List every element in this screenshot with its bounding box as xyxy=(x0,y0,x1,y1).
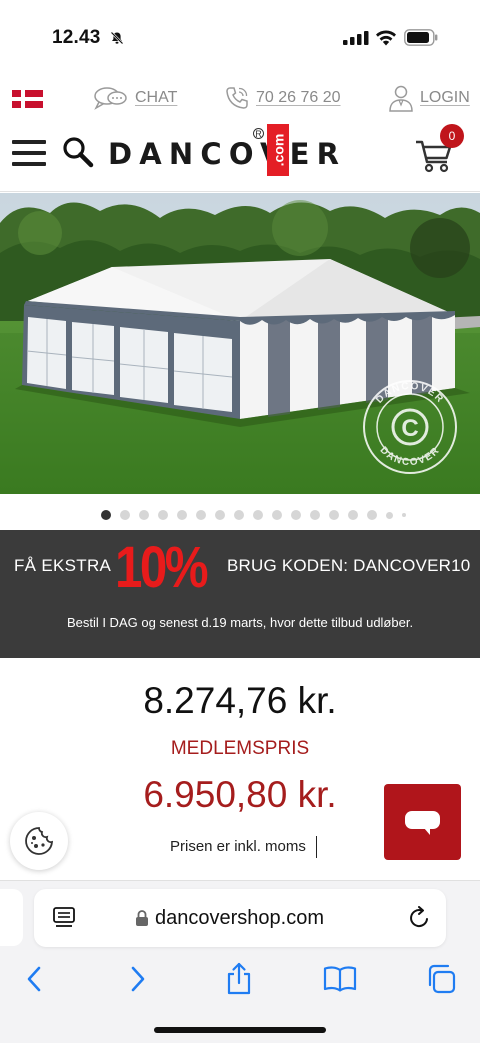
carousel-dot[interactable] xyxy=(386,511,393,519)
previous-tab-card[interactable] xyxy=(0,889,23,946)
browser-nav-row xyxy=(0,959,480,999)
tabs-button[interactable] xyxy=(421,959,461,999)
tabs-icon xyxy=(428,964,456,994)
logo-dotcom-badge: .com xyxy=(267,124,289,176)
book-icon xyxy=(323,966,357,992)
status-bar: 12.43 xyxy=(0,0,480,70)
user-icon xyxy=(389,85,413,112)
logo-text: DANCOVER xyxy=(108,137,347,171)
carousel-dot[interactable] xyxy=(177,510,187,520)
cart-count-badge: 0 xyxy=(440,124,464,148)
site-header: DANCOVER R .com 0 xyxy=(0,122,480,188)
phone-number: 70 26 76 20 xyxy=(256,89,341,106)
reload-icon[interactable] xyxy=(407,906,431,930)
cellular-signal-icon xyxy=(343,31,369,45)
promo-code-text: BRUG KODEN: DANCOVER10 xyxy=(227,556,471,575)
carousel-dot[interactable] xyxy=(101,510,111,520)
carousel-dot[interactable] xyxy=(310,510,320,520)
page-menu-icon[interactable] xyxy=(53,906,75,930)
carousel-dot[interactable] xyxy=(402,513,406,517)
carousel-dot[interactable] xyxy=(196,510,206,520)
phone-link[interactable]: 70 26 76 20 xyxy=(224,84,341,112)
product-price: 8.274,76 kr. xyxy=(143,680,337,721)
logo-registered-mark: R xyxy=(253,128,264,139)
status-time: 12.43 xyxy=(52,27,101,48)
cookie-icon xyxy=(25,827,54,855)
url-text: dancovershop.com xyxy=(155,907,324,929)
promo-percent: 10% xyxy=(115,535,209,600)
carousel-dot[interactable] xyxy=(139,510,149,520)
battery-icon xyxy=(404,29,438,46)
search-icon[interactable] xyxy=(62,136,94,168)
chevron-right-icon xyxy=(131,966,145,992)
svg-text:C: C xyxy=(401,415,418,442)
login-link[interactable]: LOGIN xyxy=(388,84,470,112)
utility-row: CHAT 70 26 76 20 LOGIN xyxy=(0,80,480,116)
site-logo[interactable]: DANCOVER xyxy=(108,134,346,174)
chat-bubbles-icon xyxy=(94,87,127,110)
carousel-dot[interactable] xyxy=(348,510,358,520)
bell-slash-icon xyxy=(110,31,124,45)
member-price-label: MEDLEMSPRIS xyxy=(170,738,310,759)
carousel-dot[interactable] xyxy=(158,510,168,520)
hamburger-menu-icon[interactable] xyxy=(12,140,46,166)
chevron-left-icon xyxy=(27,966,41,992)
carousel-dot[interactable] xyxy=(367,510,377,520)
chat-bubble-icon xyxy=(405,811,440,835)
login-label: LOGIN xyxy=(420,89,470,106)
carousel-dot[interactable] xyxy=(272,510,282,520)
bookmarks-button[interactable] xyxy=(320,959,360,999)
back-button[interactable] xyxy=(14,959,54,999)
wifi-icon xyxy=(376,30,396,46)
carousel-dot[interactable] xyxy=(234,510,244,520)
address-bar[interactable]: dancovershop.com xyxy=(34,889,446,947)
cookie-settings-button[interactable] xyxy=(10,812,68,870)
share-button[interactable] xyxy=(219,959,259,999)
promo-banner: FÅ EKSTRA 10% BRUG KODEN: DANCOVER10 Bes… xyxy=(0,530,480,658)
phone-icon xyxy=(226,87,248,109)
carousel-dots xyxy=(101,510,406,520)
vat-note: Prisen er inkl. moms xyxy=(170,838,306,855)
share-icon xyxy=(227,962,251,995)
header-divider xyxy=(0,191,480,192)
chat-label: CHAT xyxy=(135,89,178,106)
text-cursor xyxy=(316,836,317,858)
carousel-dot[interactable] xyxy=(253,510,263,520)
logo-dotcom-text: .com xyxy=(270,133,286,167)
carousel-dot[interactable] xyxy=(329,510,339,520)
home-indicator xyxy=(154,1027,326,1033)
danish-flag-icon[interactable] xyxy=(12,90,43,108)
carousel-dot[interactable] xyxy=(291,510,301,520)
carousel-dot[interactable] xyxy=(215,510,225,520)
promo-deadline-note: Bestil I DAG og senest d.19 marts, hvor … xyxy=(66,615,414,630)
promo-left-text: FÅ EKSTRA xyxy=(14,556,112,575)
tent-photo: C DANCOVER DANCOVER xyxy=(0,193,480,494)
forward-button[interactable] xyxy=(118,959,158,999)
browser-toolbar: dancovershop.com xyxy=(0,880,480,1043)
carousel-dot[interactable] xyxy=(120,510,130,520)
lock-icon xyxy=(136,910,148,926)
product-image[interactable]: C DANCOVER DANCOVER xyxy=(0,193,480,494)
chat-link[interactable]: CHAT xyxy=(93,84,177,112)
chat-widget-button[interactable] xyxy=(384,784,461,860)
